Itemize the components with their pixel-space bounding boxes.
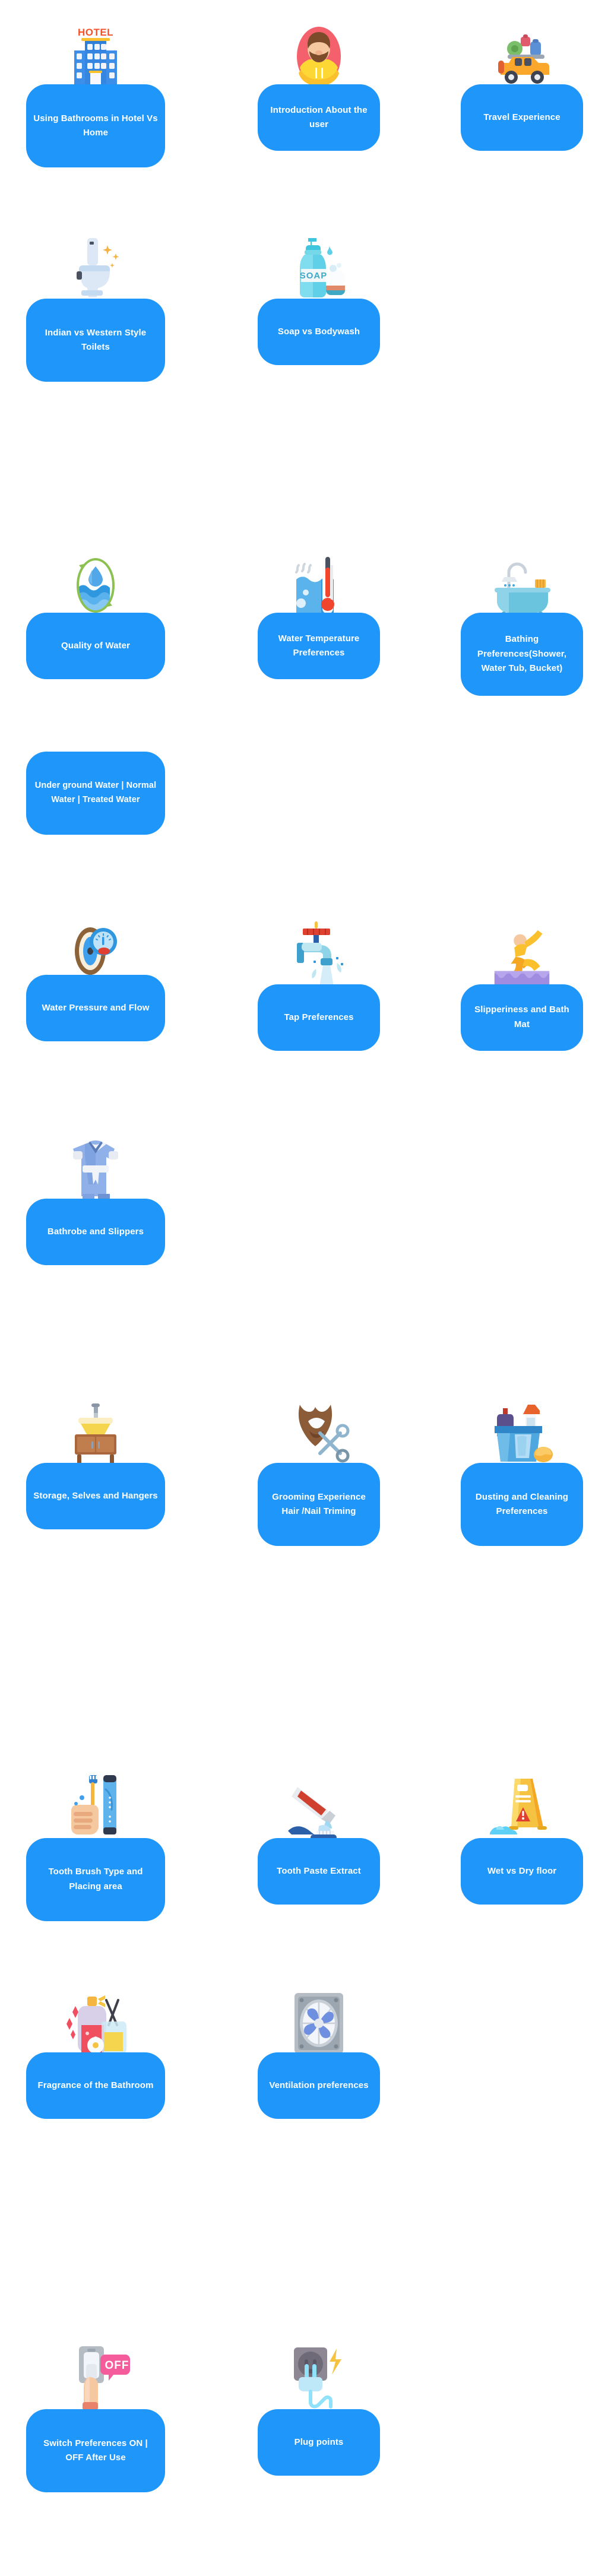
card-label: Tooth Brush Type and Placing area <box>48 1867 143 1891</box>
card-label: Fragrance of the Bathroom <box>37 2080 154 2091</box>
sink-cabinet-icon <box>60 1395 131 1466</box>
card-label: Switch Preferences ON | OFF After Use <box>43 2438 148 2463</box>
card-plate[interactable]: Bathrobe and Slippers <box>26 1199 165 1266</box>
card-plate[interactable]: Slipperiness and Bath Mat <box>461 984 583 1051</box>
water-quality-drop-icon <box>60 545 131 616</box>
card-label: Bathing Preferences(Shower, Water Tub, B… <box>477 634 567 673</box>
card-plate[interactable]: Water Pressure and Flow <box>26 974 165 1041</box>
cleaning-bucket-icon <box>486 1395 558 1466</box>
plug-socket-icon <box>283 2341 354 2413</box>
svg-text:HOTEL: HOTEL <box>78 27 113 38</box>
card-label: Using Bathrooms in Hotel Vs Home <box>33 113 158 138</box>
card-label: Dusting and Cleaning Preferences <box>475 1491 569 1517</box>
card-plate[interactable]: Switch Preferences ON | OFF After Use <box>26 2409 165 2493</box>
card-label: Wet vs Dry floor <box>487 1865 557 1876</box>
card-underground-normal-treated-water[interactable]: Under ground Water | Normal Water | Trea… <box>26 751 165 835</box>
card-slipperiness-and-bath-mat[interactable]: Slipperiness and Bath Mat <box>452 917 591 1051</box>
toilet-icon <box>60 231 131 302</box>
card-plate[interactable]: Under ground Water | Normal Water | Trea… <box>26 751 165 835</box>
card-plate[interactable]: Using Bathrooms in Hotel Vs Home <box>26 84 165 167</box>
card-indian-vs-western-toilets[interactable]: Indian vs Western Style Toilets <box>26 231 165 382</box>
card-label: Bathrobe and Slippers <box>47 1227 144 1237</box>
card-wet-vs-dry-floor[interactable]: Wet vs Dry floor <box>452 1770 591 1905</box>
card-plate[interactable]: Plug points <box>258 2409 380 2476</box>
card-soap-vs-bodywash[interactable]: SOAP Soap vs Bodywash <box>249 231 388 366</box>
card-water-temperature-preferences[interactable]: Water Temperature Preferences <box>249 545 388 679</box>
card-label: Water Temperature Preferences <box>278 633 360 658</box>
card-bathrobe-and-slippers[interactable]: Bathrobe and Slippers <box>26 1131 165 1266</box>
user-avatar-icon <box>283 17 354 88</box>
card-ventilation-preferences[interactable]: Ventilation preferences <box>249 1985 388 2119</box>
card-label: Plug points <box>294 2436 344 2447</box>
card-label: Indian vs Western Style Toilets <box>45 328 147 353</box>
slipping-person-mat-icon <box>486 917 558 988</box>
card-dusting-and-cleaning-preferences[interactable]: Dusting and Cleaning Preferences <box>452 1395 591 1547</box>
bathrobe-icon <box>60 1131 131 1202</box>
exhaust-fan-icon <box>283 1985 354 2056</box>
card-plate[interactable]: Travel Experience <box>461 84 583 151</box>
pressure-gauge-icon <box>60 917 131 978</box>
card-label: Storage, Selves and Hangers <box>33 1491 158 1501</box>
card-switch-preferences[interactable]: OFF Switch Preferences ON | OFF After Us… <box>26 2341 165 2493</box>
card-storage-selves-and-hangers[interactable]: Storage, Selves and Hangers <box>26 1395 165 1530</box>
bathtub-shower-icon <box>486 545 558 616</box>
card-plate[interactable]: Tap Preferences <box>258 984 380 1051</box>
card-travel-experience[interactable]: Travel Experience <box>452 17 591 151</box>
card-grooming-experience[interactable]: Grooming Experience Hair /Nail Triming <box>249 1395 388 1547</box>
card-label: Quality of Water <box>61 640 131 651</box>
toothbrush-hand-icon <box>60 1770 131 1842</box>
card-label: Slipperiness and Bath Mat <box>474 1005 569 1029</box>
card-plate[interactable]: Quality of Water <box>26 612 165 679</box>
wet-floor-sign-icon <box>486 1770 558 1842</box>
toothpaste-tube-icon <box>283 1770 354 1842</box>
card-plate[interactable]: Dusting and Cleaning Preferences <box>461 1463 583 1547</box>
card-label: Under ground Water | Normal Water | Trea… <box>34 781 157 804</box>
card-label: Tooth Paste Extract <box>277 1865 361 1876</box>
card-plate[interactable]: Ventilation preferences <box>258 2052 380 2119</box>
card-label: Travel Experience <box>483 112 560 122</box>
card-bathing-preferences[interactable]: Bathing Preferences(Shower, Water Tub, B… <box>452 545 591 696</box>
card-label: Ventilation preferences <box>269 2080 369 2091</box>
card-plate[interactable]: Soap vs Bodywash <box>258 299 380 366</box>
card-tooth-paste-extract[interactable]: Tooth Paste Extract <box>249 1770 388 1905</box>
hotel-building-icon: HOTEL <box>60 17 131 88</box>
card-introduction-about-user[interactable]: Introduction About the user <box>249 17 388 151</box>
card-using-bathrooms-hotel-vs-home[interactable]: HOTEL Using Bathrooms in Hotel Vs Home <box>26 17 165 167</box>
card-label: Soap vs Bodywash <box>277 327 360 337</box>
beard-scissors-icon <box>283 1395 354 1466</box>
card-label: Introduction About the user <box>270 104 368 129</box>
card-label: Water Pressure and Flow <box>42 1002 150 1013</box>
svg-text:SOAP: SOAP <box>300 271 328 281</box>
card-plate[interactable]: Indian vs Western Style Toilets <box>26 299 165 382</box>
card-plate[interactable]: Water Temperature Preferences <box>258 612 380 679</box>
card-plate[interactable]: Tooth Paste Extract <box>258 1837 380 1905</box>
card-plate[interactable]: Wet vs Dry floor <box>461 1837 583 1905</box>
card-fragrance-of-the-bathroom[interactable]: Fragrance of the Bathroom <box>26 1985 165 2119</box>
card-tooth-brush-type-and-placing[interactable]: Tooth Brush Type and Placing area <box>26 1770 165 1921</box>
card-label: Tap Preferences <box>284 1012 354 1022</box>
soap-bottle-icon: SOAP <box>283 231 354 302</box>
card-tap-preferences[interactable]: Tap Preferences <box>249 917 388 1051</box>
water-thermometer-icon <box>283 545 354 616</box>
topic-card-board: HOTEL Using Bathrooms in Hotel Vs Home I… <box>0 0 608 2576</box>
card-plate[interactable]: Storage, Selves and Hangers <box>26 1463 165 1530</box>
card-plug-points[interactable]: Plug points <box>249 2341 388 2476</box>
fragrance-diffuser-icon <box>60 1985 131 2057</box>
card-plate[interactable]: Introduction About the user <box>258 84 380 151</box>
card-plate[interactable]: Tooth Brush Type and Placing area <box>26 1837 165 1921</box>
tap-faucet-icon <box>283 917 354 988</box>
travel-car-luggage-icon <box>486 17 558 88</box>
card-label: Grooming Experience Hair /Nail Triming <box>272 1491 366 1517</box>
light-switch-off-icon: OFF <box>60 2341 131 2413</box>
card-plate[interactable]: Grooming Experience Hair /Nail Triming <box>258 1463 380 1547</box>
card-quality-of-water[interactable]: Quality of Water <box>26 545 165 679</box>
card-water-pressure-and-flow[interactable]: Water Pressure and Flow <box>26 917 165 1041</box>
card-plate[interactable]: Fragrance of the Bathroom <box>26 2052 165 2119</box>
card-plate[interactable]: Bathing Preferences(Shower, Water Tub, B… <box>461 612 583 696</box>
svg-text:OFF: OFF <box>105 2359 129 2372</box>
